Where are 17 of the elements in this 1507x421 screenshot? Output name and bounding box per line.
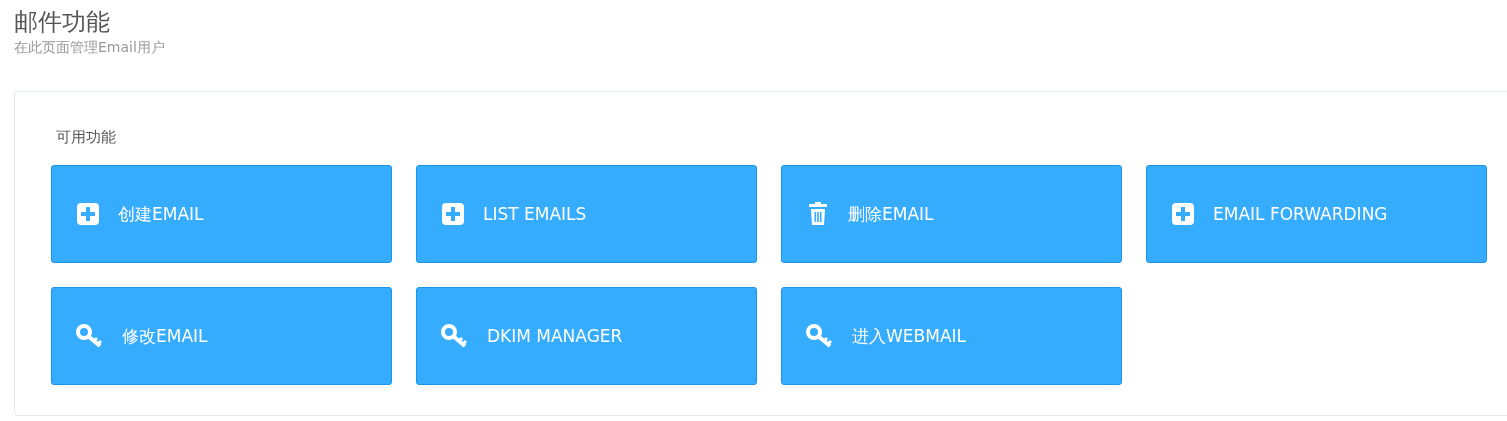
action-button[interactable]: EMAIL FORWARDING [1146,165,1487,263]
page-subtitle: 在此页面管理Email用户 [14,38,166,56]
key-icon [76,324,104,348]
plus-icon [441,202,465,226]
plus-icon [1171,202,1195,226]
action-button[interactable]: DKIM MANAGER [416,287,757,385]
key-icon [441,324,469,348]
page-title: 邮件功能 [14,7,111,38]
key-icon [806,324,834,348]
trash-icon [806,202,830,226]
action-button[interactable]: 修改EMAIL [51,287,392,385]
action-button[interactable]: 删除EMAIL [781,165,1122,263]
plus-icon [76,202,100,226]
action-button[interactable]: 创建EMAIL [51,165,392,263]
section-heading: 可用功能 [55,128,117,147]
action-button[interactable]: 进入WEBMAIL [781,287,1122,385]
action-button[interactable]: LIST EMAILS [416,165,757,263]
